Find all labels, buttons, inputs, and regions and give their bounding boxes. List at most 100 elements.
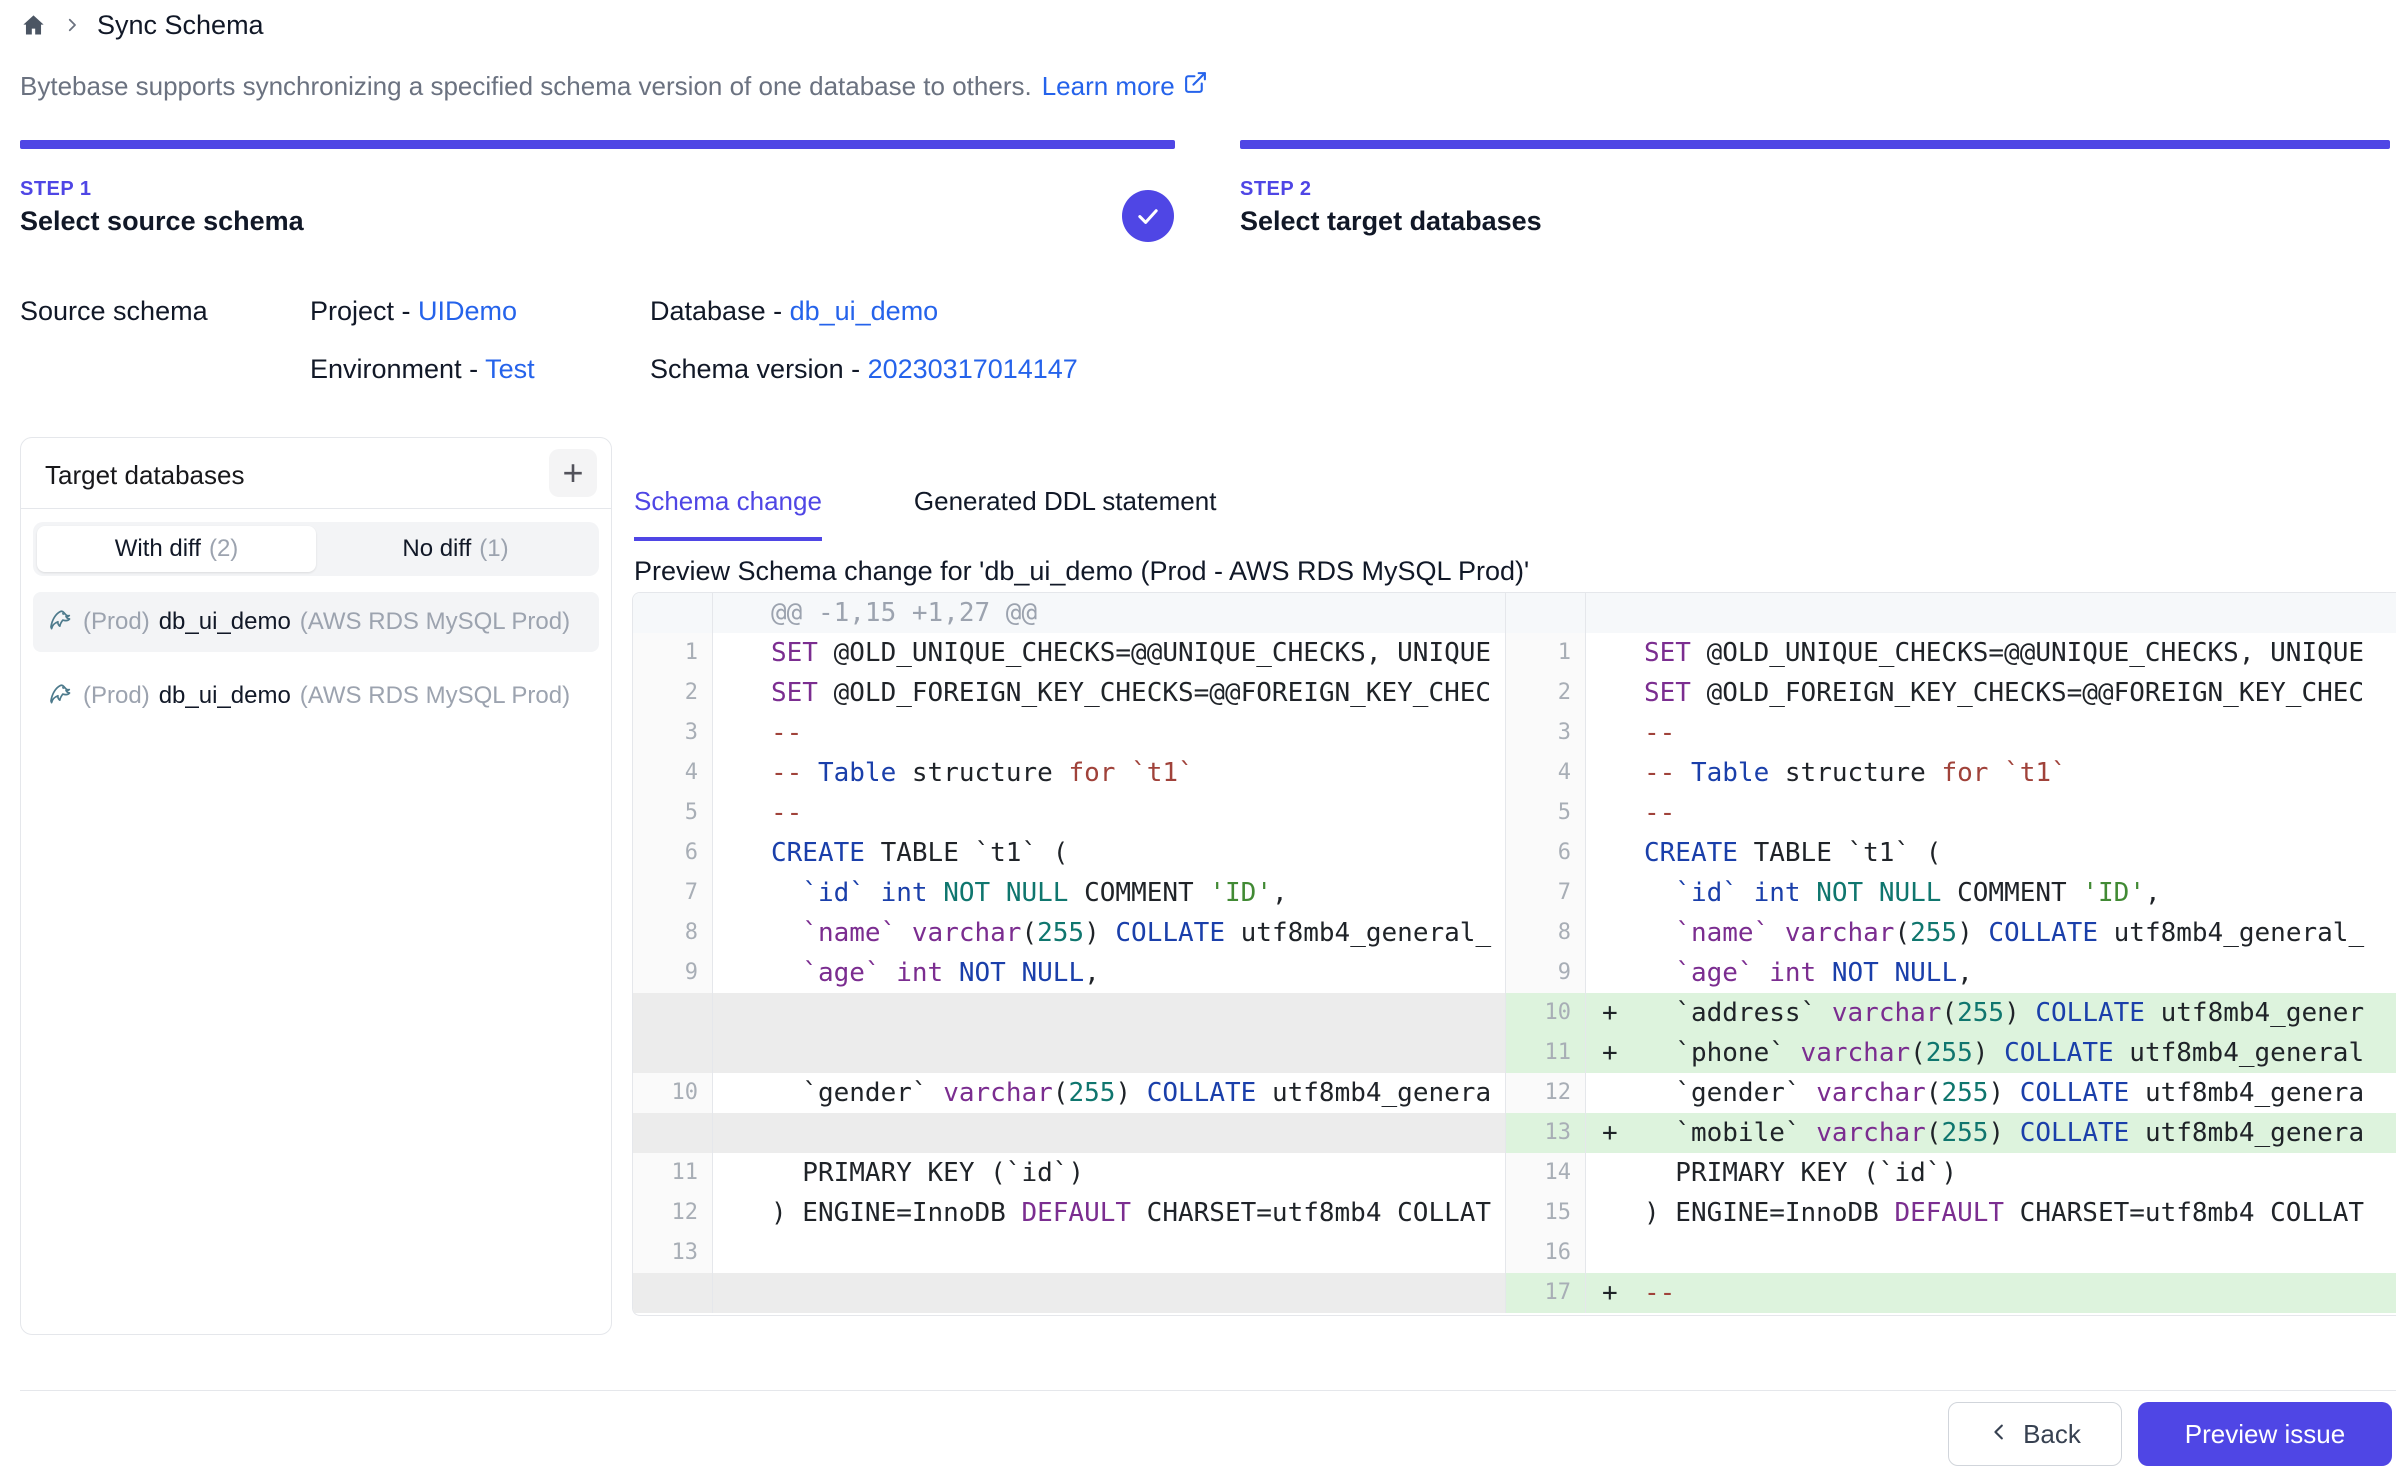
line-number: 2 <box>1506 673 1586 713</box>
sync-schema-page: Sync Schema Bytebase supports synchroniz… <box>0 0 2396 1480</box>
preview-issue-button[interactable]: Preview issue <box>2138 1402 2392 1466</box>
source-field-value-link[interactable]: 20230317014147 <box>868 354 1078 384</box>
line-number: 13 <box>1506 1113 1586 1153</box>
source-field-label: Environment - <box>310 354 485 384</box>
database-environment: (Prod) <box>83 682 150 710</box>
diff-row: 7 `id` int NOT NULL COMMENT 'ID',7 `id` … <box>633 873 2396 913</box>
diff-line-old: 2SET @OLD_FOREIGN_KEY_CHECKS=@@FOREIGN_K… <box>633 673 1506 713</box>
line-number: 8 <box>633 913 713 953</box>
source-field-value-link[interactable]: db_ui_demo <box>790 296 939 326</box>
home-icon[interactable] <box>20 12 47 39</box>
code-line: `age` int NOT NULL, <box>713 953 1505 993</box>
line-number: 6 <box>633 833 713 873</box>
code-line: -- <box>713 713 1505 753</box>
diff-line-new: 14 PRIMARY KEY (`id`) <box>1506 1153 2396 1193</box>
panel-divider <box>21 508 611 509</box>
diff-line-old: 1SET @OLD_UNIQUE_CHECKS=@@UNIQUE_CHECKS,… <box>633 633 1506 673</box>
diff-line-new: 16 <box>1506 1233 2396 1273</box>
diff-row: 11+ `phone` varchar(255) COLLATE utf8mb4… <box>633 1033 2396 1073</box>
code-line: PRIMARY KEY (`id`) <box>1586 1153 2396 1193</box>
diff-line-new: 17+-- <box>1506 1273 2396 1313</box>
line-number <box>633 993 713 1033</box>
line-number: 9 <box>1506 953 1586 993</box>
diff-row: 12) ENGINE=InnoDB DEFAULT CHARSET=utf8mb… <box>633 1193 2396 1233</box>
breadcrumb-chevron-icon <box>63 10 81 41</box>
diff-row: 1316 <box>633 1233 2396 1273</box>
step2-label: STEP 2 <box>1240 178 1312 201</box>
code-line: -- Table structure for `t1` <box>1586 753 2396 793</box>
line-number: 5 <box>633 793 713 833</box>
line-number: 11 <box>1506 1033 1586 1073</box>
diff-line-old: 6CREATE TABLE `t1` ( <box>633 833 1506 873</box>
diff-line-new: 10+ `address` varchar(255) COLLATE utf8m… <box>1506 993 2396 1033</box>
line-number <box>633 1033 713 1073</box>
code-line: -- Table structure for `t1` <box>713 753 1505 793</box>
line-number: 8 <box>1506 913 1586 953</box>
step1-progress-bar <box>20 140 1175 149</box>
diff-filter-tabs: With diff(2) No diff(1) <box>33 522 599 576</box>
page-description: Bytebase supports synchronizing a specif… <box>20 70 1208 102</box>
target-database-item[interactable]: (Prod) db_ui_demo (AWS RDS MySQL Prod) <box>33 666 599 726</box>
diff-line-old: 13 <box>633 1233 1506 1273</box>
line-number <box>633 593 713 633</box>
with-diff-count: (2) <box>209 535 238 563</box>
diff-row: 9 `age` int NOT NULL,9 `age` int NOT NUL… <box>633 953 2396 993</box>
code-line <box>713 1033 1505 1073</box>
code-line: SET @OLD_UNIQUE_CHECKS=@@UNIQUE_CHECKS, … <box>713 633 1505 673</box>
mysql-icon <box>47 605 74 639</box>
diff-line-old <box>633 993 1506 1033</box>
diff-row: 4-- Table structure for `t1`4-- Table st… <box>633 753 2396 793</box>
step2-progress-bar <box>1240 140 2390 149</box>
diff-row: 5--5-- <box>633 793 2396 833</box>
line-number: 1 <box>1506 633 1586 673</box>
target-database-item[interactable]: (Prod)db_ui_demo(AWS RDS MySQL Prod) <box>33 592 599 652</box>
step2-title: Select target databases <box>1240 206 1542 237</box>
add-target-database-button[interactable]: + <box>549 449 597 497</box>
diff-line-old <box>633 1033 1506 1073</box>
line-number: 3 <box>1506 713 1586 753</box>
diff-line-old: 11 PRIMARY KEY (`id`) <box>633 1153 1506 1193</box>
line-number: 10 <box>1506 993 1586 1033</box>
code-line: `name` varchar(255) COLLATE utf8mb4_gene… <box>1586 913 2396 953</box>
code-line <box>713 1233 1505 1273</box>
diff-line-old: 12) ENGINE=InnoDB DEFAULT CHARSET=utf8mb… <box>633 1193 1506 1233</box>
preview-tabs: Schema change Generated DDL statement <box>634 486 1216 541</box>
code-line: + `phone` varchar(255) COLLATE utf8mb4_g… <box>1586 1033 2396 1073</box>
learn-more-link[interactable]: Learn more <box>1042 70 1208 102</box>
database-instance: (AWS RDS MySQL Prod) <box>300 682 585 710</box>
diff-line-old <box>633 1113 1506 1153</box>
description-text: Bytebase supports synchronizing a specif… <box>20 71 1032 102</box>
database-name: db_ui_demo <box>159 608 291 636</box>
diff-line-new <box>1506 593 2396 633</box>
diff-line-new: 7 `id` int NOT NULL COMMENT 'ID', <box>1506 873 2396 913</box>
source-field-label: Database - <box>650 296 790 326</box>
tab-with-diff[interactable]: With diff(2) <box>37 526 316 572</box>
diff-line-old: 5-- <box>633 793 1506 833</box>
added-marker: + <box>1602 1033 1618 1073</box>
line-number: 15 <box>1506 1193 1586 1233</box>
code-line: `gender` varchar(255) COLLATE utf8mb4_ge… <box>1586 1073 2396 1113</box>
line-number: 3 <box>633 713 713 753</box>
external-link-icon <box>1183 70 1208 102</box>
plus-icon: + <box>562 455 583 491</box>
diff-line-old: 4-- Table structure for `t1` <box>633 753 1506 793</box>
tab-generated-ddl[interactable]: Generated DDL statement <box>914 486 1217 541</box>
step1-completed-icon <box>1122 190 1174 242</box>
line-number: 7 <box>633 873 713 913</box>
code-line: ) ENGINE=InnoDB DEFAULT CHARSET=utf8mb4 … <box>1586 1193 2396 1233</box>
added-marker: + <box>1602 1113 1618 1153</box>
tab-schema-change[interactable]: Schema change <box>634 486 822 541</box>
source-field-value-link[interactable]: Test <box>485 354 535 384</box>
database-name: db_ui_demo <box>159 682 291 710</box>
tab-no-diff[interactable]: No diff(1) <box>316 526 595 572</box>
source-schema-label: Source schema <box>20 296 208 327</box>
target-databases-title: Target databases <box>45 460 244 491</box>
diff-line-new: 6CREATE TABLE `t1` ( <box>1506 833 2396 873</box>
diff-line-new: 12 `gender` varchar(255) COLLATE utf8mb4… <box>1506 1073 2396 1113</box>
diff-line-new: 8 `name` varchar(255) COLLATE utf8mb4_ge… <box>1506 913 2396 953</box>
code-line: SET @OLD_UNIQUE_CHECKS=@@UNIQUE_CHECKS, … <box>1586 633 2396 673</box>
line-number: 16 <box>1506 1233 1586 1273</box>
back-button[interactable]: Back <box>1948 1402 2122 1466</box>
source-field-value-link[interactable]: UIDemo <box>418 296 517 326</box>
target-database-list: (Prod)db_ui_demo(AWS RDS MySQL Prod)(Pro… <box>33 592 599 726</box>
